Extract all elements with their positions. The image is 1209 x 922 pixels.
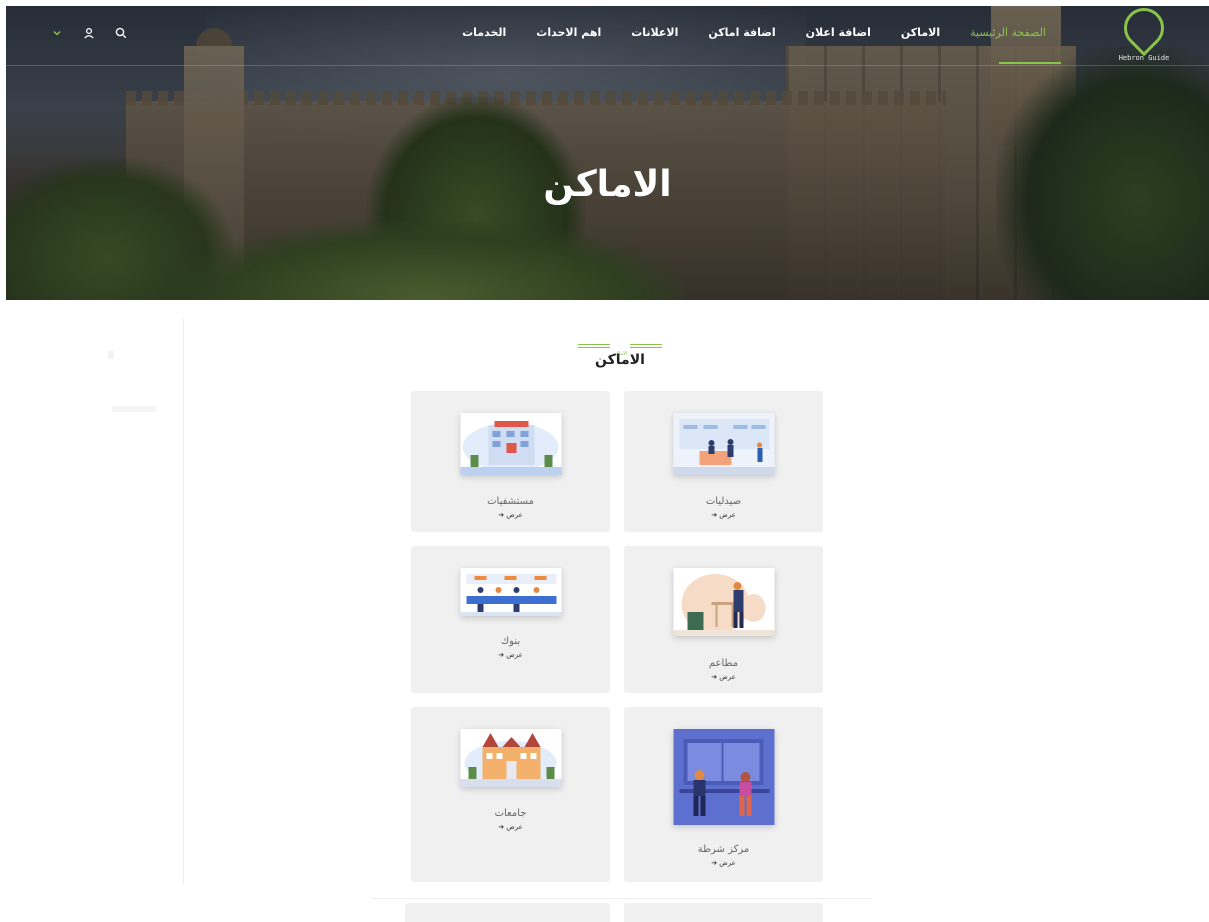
- section-title: الاماكن: [595, 352, 645, 368]
- nav-item-add-place[interactable]: اضافة اماكن: [693, 26, 790, 39]
- card-name: بنوك: [500, 636, 521, 647]
- card-name: مطاعم: [708, 658, 739, 669]
- category-card[interactable]: [405, 903, 610, 922]
- nav-item-home[interactable]: الصفحة الرئيسية: [955, 26, 1061, 39]
- left-sidebar: [0, 318, 184, 884]
- card-name: جامعات: [494, 808, 527, 819]
- nav-item-events[interactable]: اهم الاحداث: [521, 26, 616, 39]
- kicker-line-left: [578, 344, 610, 348]
- card-image: [673, 413, 774, 475]
- search-icon[interactable]: [114, 26, 128, 40]
- card-view-link[interactable]: عرض ➔: [411, 823, 610, 831]
- card-image: [460, 568, 561, 616]
- card-view-link[interactable]: عرض ➔: [624, 859, 823, 867]
- logo[interactable]: Hebron Guide: [1115, 0, 1173, 66]
- card-image: [673, 729, 774, 825]
- section-kicker: الاماكن: [560, 340, 680, 357]
- card-image: [673, 568, 774, 636]
- map-pin-icon: [1115, 0, 1173, 57]
- nav-links: الصفحة الرئيسية الاماكن اضافة اعلان اضاف…: [447, 26, 1061, 39]
- category-card-hospitals[interactable]: مستشفيات عرض ➔: [411, 391, 610, 532]
- card-view-link[interactable]: عرض ➔: [624, 511, 823, 519]
- nav-item-add-ad[interactable]: اضافة اعلان: [791, 26, 886, 39]
- top-navbar: Hebron Guide الصفحة الرئيسية الاماكن اضا…: [6, 0, 1209, 66]
- nav-icons: [50, 26, 128, 40]
- card-name: مركز شرطة: [697, 844, 750, 855]
- card-image: [460, 413, 561, 475]
- category-card-restaurants[interactable]: مطاعم عرض ➔: [624, 546, 823, 693]
- category-card-universities[interactable]: جامعات عرض ➔: [411, 707, 610, 882]
- sidebar-placeholder: [108, 351, 114, 359]
- nav-item-ads[interactable]: الاعلانات: [616, 26, 693, 39]
- nav-item-services[interactable]: الخدمات: [447, 26, 521, 39]
- chevron-down-icon[interactable]: [50, 26, 64, 40]
- category-card-banks[interactable]: بنوك عرض ➔: [411, 546, 610, 693]
- sidebar-placeholder: [112, 406, 156, 412]
- card-name: صيدليات: [705, 496, 742, 507]
- hero-title: الاماكن: [543, 164, 672, 205]
- card-name: مستشفيات: [487, 496, 534, 507]
- card-view-link[interactable]: عرض ➔: [411, 651, 610, 659]
- section-divider: [372, 898, 872, 899]
- kicker-line-right: [630, 344, 662, 348]
- nav-item-places[interactable]: الاماكن: [886, 26, 955, 39]
- category-card[interactable]: [624, 903, 823, 922]
- user-icon[interactable]: [82, 26, 96, 40]
- logo-text: Hebron Guide: [1118, 54, 1170, 62]
- card-view-link[interactable]: عرض ➔: [624, 673, 823, 681]
- category-card-police-station[interactable]: مركز شرطة عرض ➔: [624, 707, 823, 882]
- category-card-pharmacies[interactable]: صيدليات عرض ➔: [624, 391, 823, 532]
- card-image: [460, 729, 561, 787]
- nav-active-underline: [999, 62, 1061, 64]
- card-view-link[interactable]: عرض ➔: [411, 511, 610, 519]
